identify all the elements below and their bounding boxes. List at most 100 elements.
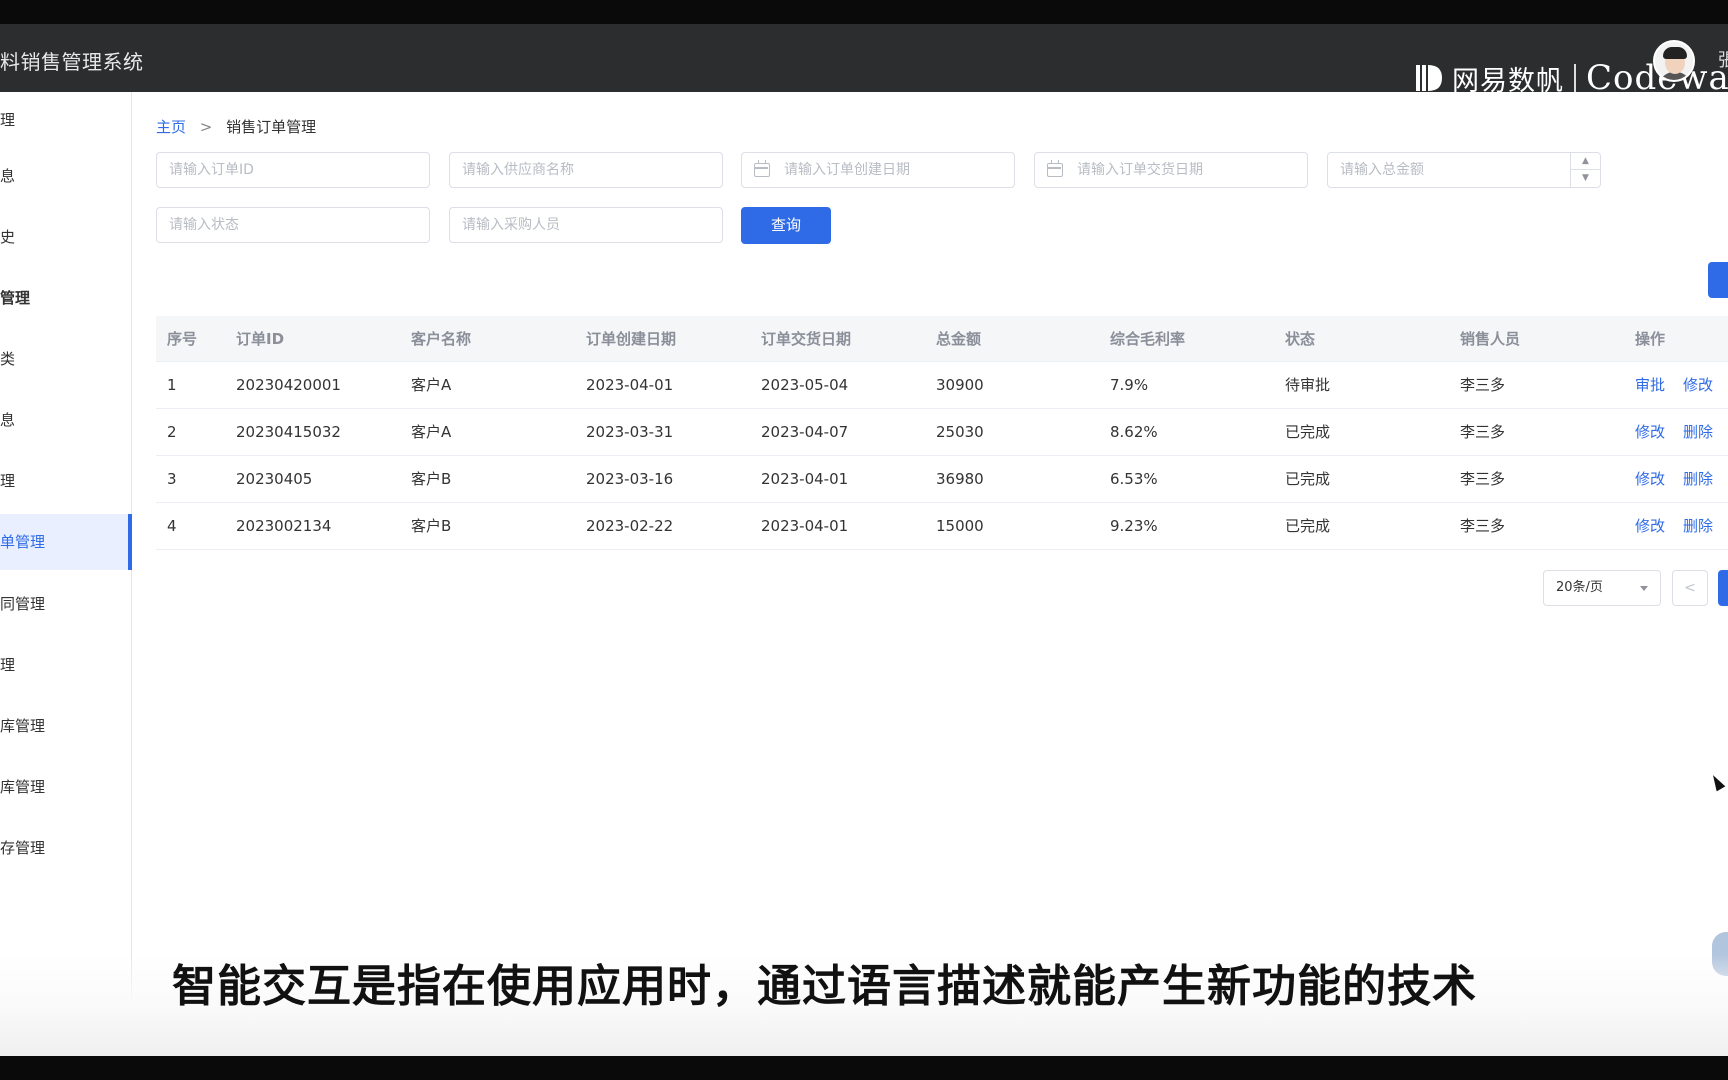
cell-created: 2023-04-01 xyxy=(586,376,674,394)
cell-created: 2023-02-22 xyxy=(586,517,674,535)
sidebar-item-contract[interactable]: 同管理 xyxy=(0,576,132,632)
brand-divider xyxy=(1574,64,1576,92)
col-header-actions: 操作 xyxy=(1635,330,1666,348)
cell-sales: 李三多 xyxy=(1460,423,1506,441)
cell-total: 15000 xyxy=(936,517,984,535)
col-header-delivery: 订单交货日期 xyxy=(761,330,852,348)
status-input[interactable]: 请输入状态 xyxy=(156,207,430,243)
cell-customer: 客户B xyxy=(411,517,452,535)
delivery-date-placeholder: 请输入订单交货日期 xyxy=(1077,162,1203,178)
cell-total: 30900 xyxy=(936,376,984,394)
cell-delivery: 2023-04-01 xyxy=(761,517,849,535)
col-header-customer: 客户名称 xyxy=(411,330,472,348)
breadcrumb-home-link[interactable]: 主页 xyxy=(156,118,186,136)
current-page-button-partial[interactable] xyxy=(1718,570,1728,606)
cell-customer: 客户B xyxy=(411,470,452,488)
cell-status: 已完成 xyxy=(1285,470,1331,488)
order-id-input[interactable]: 请输入订单ID xyxy=(156,152,430,188)
cell-total: 36980 xyxy=(936,470,984,488)
cell-status: 待审批 xyxy=(1285,376,1331,394)
brand-logo-icon xyxy=(1416,65,1442,91)
sidebar-item-warehouse-in[interactable]: 库管理 xyxy=(0,698,132,754)
cell-sales: 李三多 xyxy=(1460,376,1506,394)
brand-name-cn: 网易数帆 xyxy=(1452,65,1564,97)
cell-margin: 9.23% xyxy=(1110,517,1158,535)
approve-link[interactable]: 审批 xyxy=(1635,362,1665,408)
app-title: 料销售管理系统 xyxy=(0,50,144,74)
table-row: 2 20230415032 客户A 2023-03-31 2023-04-07 … xyxy=(156,409,1728,456)
cell-no: 4 xyxy=(167,517,177,535)
cell-total: 25030 xyxy=(936,423,984,441)
supplier-name-input[interactable]: 请输入供应商名称 xyxy=(449,152,723,188)
total-amount-input[interactable]: 请输入总金额 ▲ ▼ xyxy=(1327,152,1601,188)
cell-customer: 客户A xyxy=(411,376,452,394)
sidebar-item-inventory[interactable]: 存管理 xyxy=(0,820,132,876)
delete-link[interactable]: 删除 xyxy=(1683,409,1713,455)
cell-order-id: 20230420001 xyxy=(236,376,341,394)
caret-down-icon xyxy=(1640,586,1648,591)
query-button[interactable]: 查询 xyxy=(741,207,831,244)
edit-link[interactable]: 修改 xyxy=(1635,409,1665,455)
edit-link[interactable]: 修改 xyxy=(1635,456,1665,502)
sidebar-item[interactable]: 类 xyxy=(0,331,132,387)
col-header-sales: 销售人员 xyxy=(1460,330,1521,348)
cell-created: 2023-03-31 xyxy=(586,423,674,441)
cell-delivery: 2023-04-07 xyxy=(761,423,849,441)
cell-order-id: 20230415032 xyxy=(236,423,341,441)
stepper-up-icon[interactable]: ▲ xyxy=(1571,153,1600,170)
purchaser-input[interactable]: 请输入采购人员 xyxy=(449,207,723,243)
delete-link[interactable]: 删除 xyxy=(1683,503,1713,549)
cell-status: 已完成 xyxy=(1285,423,1331,441)
cell-status: 已完成 xyxy=(1285,517,1331,535)
app-window: 料销售管理系统 网易数帆 Codewa 張 理 息 史 管理 类 息 理 单管理… xyxy=(0,24,1728,1056)
sidebar-item-sales-order[interactable]: 单管理 xyxy=(0,514,132,570)
delivery-date-picker[interactable]: 请输入订单交货日期 xyxy=(1034,152,1308,188)
total-amount-placeholder: 请输入总金额 xyxy=(1340,162,1424,178)
created-date-picker[interactable]: 请输入订单创建日期 xyxy=(741,152,1015,188)
cell-no: 3 xyxy=(167,470,177,488)
cell-delivery: 2023-04-01 xyxy=(761,470,849,488)
sidebar-item-warehouse-out[interactable]: 库管理 xyxy=(0,759,132,815)
sidebar-item[interactable]: 息 xyxy=(0,392,132,448)
col-header-status: 状态 xyxy=(1285,330,1316,348)
video-letterbox-top xyxy=(0,0,1728,24)
cell-customer: 客户A xyxy=(411,423,452,441)
chevron-right-icon: > xyxy=(199,118,213,136)
sidebar-item[interactable]: 息 xyxy=(0,148,132,204)
delete-link[interactable]: 删除 xyxy=(1683,456,1713,502)
page-size-select[interactable]: 20条/页 xyxy=(1543,570,1661,606)
breadcrumb-current: 销售订单管理 xyxy=(226,118,317,136)
sidebar-item[interactable]: 理 xyxy=(0,92,132,148)
add-button-partial[interactable] xyxy=(1708,262,1728,298)
prev-page-button[interactable]: < xyxy=(1672,570,1708,606)
cell-created: 2023-03-16 xyxy=(586,470,674,488)
cell-sales: 李三多 xyxy=(1460,470,1506,488)
edit-link[interactable]: 修改 xyxy=(1635,503,1665,549)
video-subtitle: 智能交互是指在使用应用时，通过语言描述就能产生新功能的技术 xyxy=(172,961,1477,1012)
number-stepper[interactable]: ▲ ▼ xyxy=(1570,153,1600,187)
edit-link[interactable]: 修改 xyxy=(1683,362,1713,408)
cell-order-id: 20230405 xyxy=(236,470,313,488)
cell-order-id: 2023002134 xyxy=(236,517,332,535)
cell-delivery: 2023-05-04 xyxy=(761,376,849,394)
sidebar-item[interactable]: 理 xyxy=(0,637,132,693)
table-row: 3 20230405 客户B 2023-03-16 2023-04-01 369… xyxy=(156,456,1728,503)
col-header-order-id: 订单ID xyxy=(236,330,285,348)
page-size-value: 20条/页 xyxy=(1556,580,1603,595)
stepper-down-icon[interactable]: ▼ xyxy=(1571,170,1600,187)
video-letterbox-bottom xyxy=(0,1056,1728,1080)
cell-sales: 李三多 xyxy=(1460,517,1506,535)
cell-no: 2 xyxy=(167,423,177,441)
sidebar-item[interactable]: 理 xyxy=(0,453,132,509)
col-header-margin: 综合毛利率 xyxy=(1110,330,1186,348)
avatar[interactable] xyxy=(1653,40,1695,82)
calendar-icon xyxy=(1047,160,1063,177)
cell-margin: 8.62% xyxy=(1110,423,1158,441)
top-header: 料销售管理系统 网易数帆 Codewa 張 xyxy=(0,24,1728,98)
cell-margin: 6.53% xyxy=(1110,470,1158,488)
sidebar-group[interactable]: 管理 xyxy=(0,270,132,326)
col-header-total: 总金额 xyxy=(936,330,982,348)
user-name-fragment[interactable]: 張 xyxy=(1718,46,1728,72)
cell-margin: 7.9% xyxy=(1110,376,1149,394)
sidebar-item[interactable]: 史 xyxy=(0,209,132,265)
